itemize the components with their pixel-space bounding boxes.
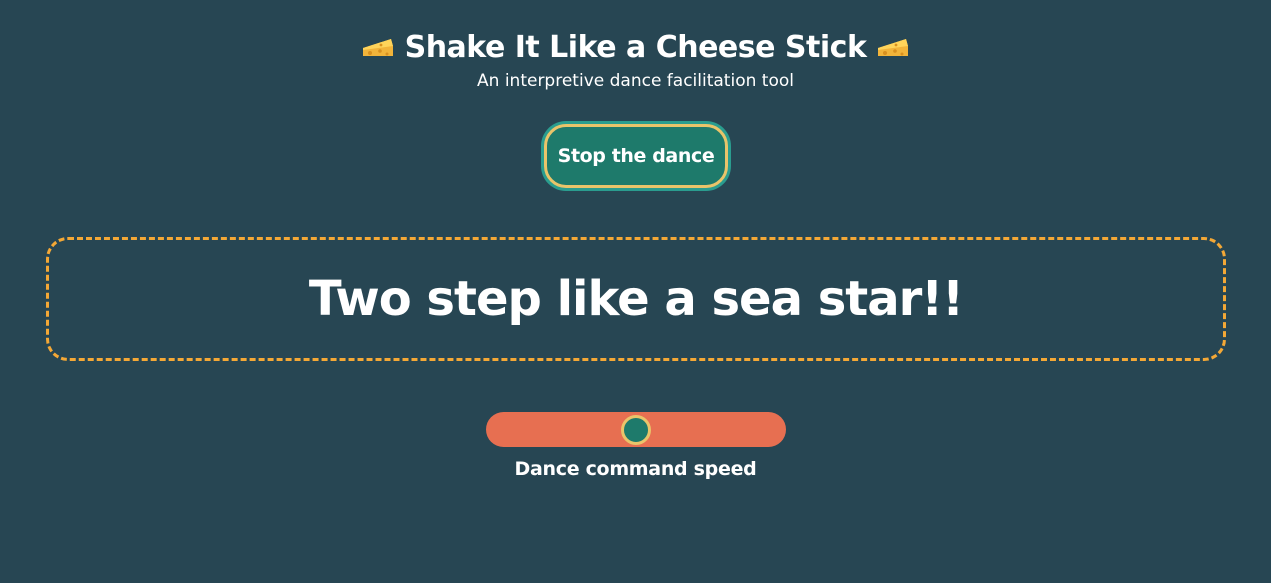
speed-label: Dance command speed (514, 458, 757, 480)
speed-slider[interactable] (486, 412, 786, 447)
header: Shake It Like a Cheese Stick An interpre… (0, 28, 1271, 94)
stop-dance-button[interactable]: Stop the dance (544, 124, 728, 188)
page-title: Shake It Like a Cheese Stick (0, 28, 1271, 68)
cheese-icon (876, 34, 910, 60)
page-subtitle: An interpretive dance facilitation tool (477, 71, 794, 91)
cheese-icon (361, 34, 395, 60)
dance-command-box: Two step like a sea star!! (46, 237, 1226, 361)
dance-command-text: Two step like a sea star!! (308, 271, 964, 327)
slider-thumb[interactable] (621, 414, 651, 445)
title-text: Shake It Like a Cheese Stick (404, 30, 867, 65)
